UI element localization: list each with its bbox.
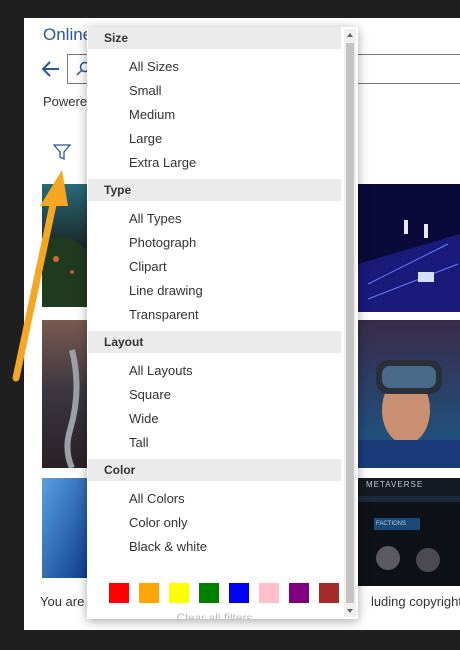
filter-option-all-layouts[interactable]: All Layouts bbox=[87, 359, 342, 383]
filter-option-all-types[interactable]: All Types bbox=[87, 207, 342, 231]
scrollbar[interactable] bbox=[344, 29, 356, 617]
color-swatch[interactable] bbox=[229, 583, 249, 603]
color-swatch[interactable] bbox=[289, 583, 309, 603]
thumbnail-image[interactable] bbox=[358, 478, 460, 586]
filter-dropdown: Size All Sizes Small Medium Large Extra Large… bbox=[87, 27, 358, 619]
footer-right-text: luding copyright bbox=[370, 594, 460, 609]
filter-option-all-colors[interactable]: All Colors bbox=[87, 487, 342, 511]
filter-option-wide[interactable]: Wide bbox=[87, 407, 342, 431]
thumbnail-banner-text: METAVERSE bbox=[366, 480, 424, 489]
color-swatch[interactable] bbox=[199, 583, 219, 603]
scroll-down-icon[interactable] bbox=[344, 605, 356, 617]
section-options: All Sizes Small Medium Large Extra Large bbox=[87, 49, 342, 179]
filter-option-square[interactable]: Square bbox=[87, 383, 342, 407]
section-options: All Layouts Square Wide Tall bbox=[87, 353, 342, 459]
footer-left-text: You are bbox=[40, 594, 85, 609]
thumbnail-image[interactable] bbox=[42, 320, 90, 468]
filter-option-tall[interactable]: Tall bbox=[87, 431, 342, 455]
back-arrow-icon[interactable] bbox=[41, 59, 61, 79]
filter-option-extra-large[interactable]: Extra Large bbox=[87, 151, 342, 175]
thumbnail-image[interactable] bbox=[42, 184, 90, 307]
thumbnail-image[interactable] bbox=[358, 184, 460, 312]
color-swatch[interactable] bbox=[319, 583, 339, 603]
section-header-size: Size bbox=[88, 27, 341, 49]
filter-option-medium[interactable]: Medium bbox=[87, 103, 342, 127]
scroll-up-icon[interactable] bbox=[344, 29, 356, 41]
section-options: All Types Photograph Clipart Line drawing Tr… bbox=[87, 201, 342, 331]
color-swatches bbox=[87, 563, 342, 603]
filter-menu-content: Size All Sizes Small Medium Large Extra Large… bbox=[87, 27, 342, 603]
filter-option-clipart[interactable]: Clipart bbox=[87, 255, 342, 279]
panel-title: Online bbox=[43, 25, 93, 44]
scrollbar-thumb[interactable] bbox=[346, 43, 354, 603]
filter-option-all-sizes[interactable]: All Sizes bbox=[87, 55, 342, 79]
clear-filters-link[interactable]: Clear all filters bbox=[87, 611, 342, 619]
filter-option-large[interactable]: Large bbox=[87, 127, 342, 151]
thumbnail-image[interactable] bbox=[42, 478, 90, 578]
filter-option-photograph[interactable]: Photograph bbox=[87, 231, 342, 255]
color-swatch[interactable] bbox=[259, 583, 279, 603]
thumbnail-image[interactable] bbox=[358, 320, 460, 468]
color-swatch[interactable] bbox=[109, 583, 129, 603]
filter-option-line-drawing[interactable]: Line drawing bbox=[87, 279, 342, 303]
filter-option-transparent[interactable]: Transparent bbox=[87, 303, 342, 327]
section-header-layout: Layout bbox=[88, 331, 341, 353]
color-swatch[interactable] bbox=[139, 583, 159, 603]
filter-option-color-only[interactable]: Color only bbox=[87, 511, 342, 535]
color-swatch[interactable] bbox=[169, 583, 189, 603]
powered-by-text: Powere bbox=[43, 94, 88, 109]
filter-icon[interactable] bbox=[53, 143, 71, 161]
section-header-type: Type bbox=[88, 179, 341, 201]
filter-option-black-white[interactable]: Black & white bbox=[87, 535, 342, 559]
section-options: All Colors Color only Black & white bbox=[87, 481, 342, 563]
filter-option-small[interactable]: Small bbox=[87, 79, 342, 103]
section-header-color: Color bbox=[88, 459, 341, 481]
thumbnail-button-text: FACTIONS bbox=[376, 521, 407, 527]
